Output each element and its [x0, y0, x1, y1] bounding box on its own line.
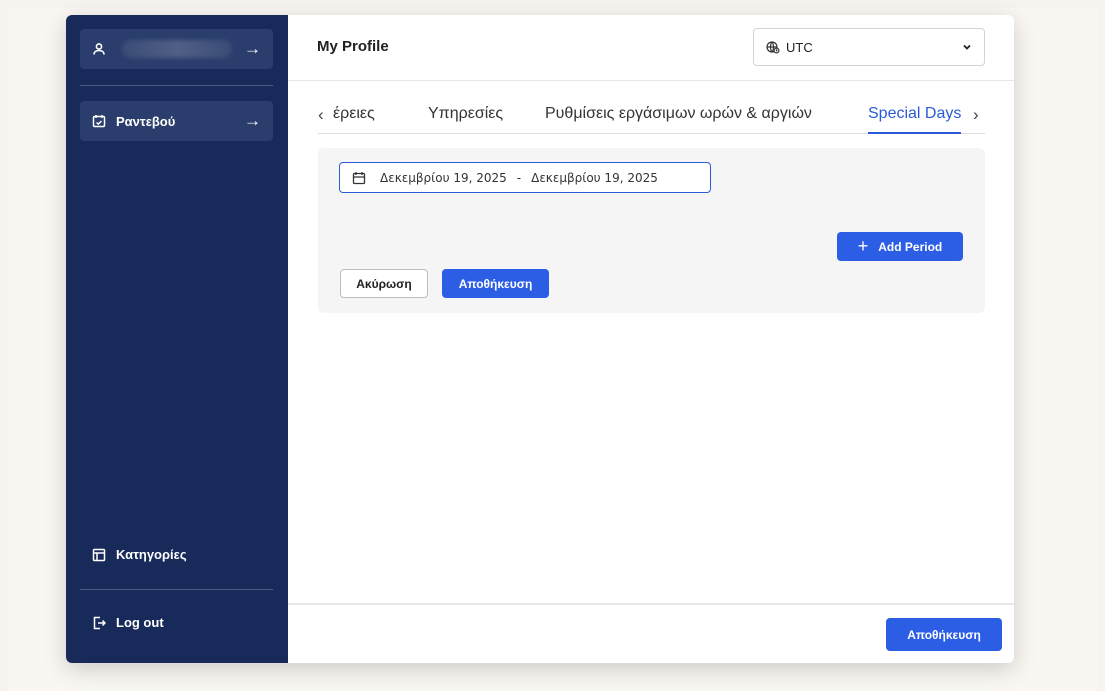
special-days-panel: Δεκεμβρίου 19, 2025 - Δεκεμβρίου 19, 202…: [318, 148, 985, 313]
date-range-end: Δεκεμβρίου 19, 2025: [531, 170, 658, 185]
tab-leaves[interactable]: έρειες: [333, 105, 375, 132]
sidebar: → Ραντεβού → Κατηγορίες Log out: [66, 15, 288, 663]
top-bar: My Profile UTC: [288, 15, 1014, 81]
page-title: My Profile: [317, 38, 389, 55]
cancel-button[interactable]: Ακύρωση: [340, 269, 428, 298]
redacted-username: [122, 40, 232, 58]
tab-scroll-left-icon[interactable]: ‹: [318, 105, 324, 125]
sidebar-item-categories[interactable]: Κατηγορίες: [92, 547, 187, 562]
sidebar-item-label: Ραντεβού: [116, 113, 176, 129]
arrow-right-icon: →: [244, 39, 261, 58]
calendar-icon: [92, 114, 106, 128]
calendar-icon: [352, 171, 366, 185]
plus-icon: +: [857, 236, 869, 256]
chevron-down-icon: [962, 42, 972, 52]
date-range-separator: -: [516, 170, 522, 185]
date-range-start: Δεκεμβρίου 19, 2025: [380, 170, 507, 185]
tab-bar: ‹ έρειες Υπηρεσίες Ρυθμίσεις εργάσιμων ω…: [318, 105, 985, 134]
timezone-select[interactable]: UTC: [753, 28, 985, 66]
logout-label: Log out: [116, 615, 164, 630]
arrow-right-icon: →: [244, 111, 261, 130]
app-window: → Ραντεβού → Κατηγορίες Log out My Profi…: [66, 15, 1014, 663]
tab-special-days[interactable]: Special Days: [868, 105, 962, 134]
user-icon: [92, 42, 106, 56]
add-period-button[interactable]: + Add Period: [837, 232, 963, 261]
sidebar-divider: [80, 85, 273, 86]
logout-button[interactable]: Log out: [92, 615, 164, 630]
date-range-picker[interactable]: Δεκεμβρίου 19, 2025 - Δεκεμβρίου 19, 202…: [339, 162, 711, 193]
logout-icon: [92, 616, 106, 630]
add-period-label: Add Period: [878, 239, 943, 254]
tab-working-hours[interactable]: Ρυθμίσεις εργάσιμων ωρών & αργιών: [545, 105, 812, 132]
timezone-value: UTC: [786, 39, 813, 55]
sidebar-item-appointments[interactable]: Ραντεβού →: [80, 101, 273, 141]
main-content: My Profile UTC ‹ έρειες Υπηρεσίες Ρυθμίσ…: [288, 15, 1014, 663]
tab-scroll-right-icon[interactable]: ›: [973, 105, 979, 125]
footer-save-button[interactable]: Αποθήκευση: [886, 618, 1002, 651]
profile-button[interactable]: →: [80, 29, 273, 69]
tab-services[interactable]: Υπηρεσίες: [428, 105, 503, 132]
sidebar-divider: [80, 589, 273, 590]
sidebar-item-label: Κατηγορίες: [116, 547, 187, 562]
footer-bar: Αποθήκευση: [288, 603, 1014, 663]
list-icon: [92, 548, 106, 562]
globe-icon: [766, 40, 780, 54]
save-button[interactable]: Αποθήκευση: [442, 269, 549, 298]
